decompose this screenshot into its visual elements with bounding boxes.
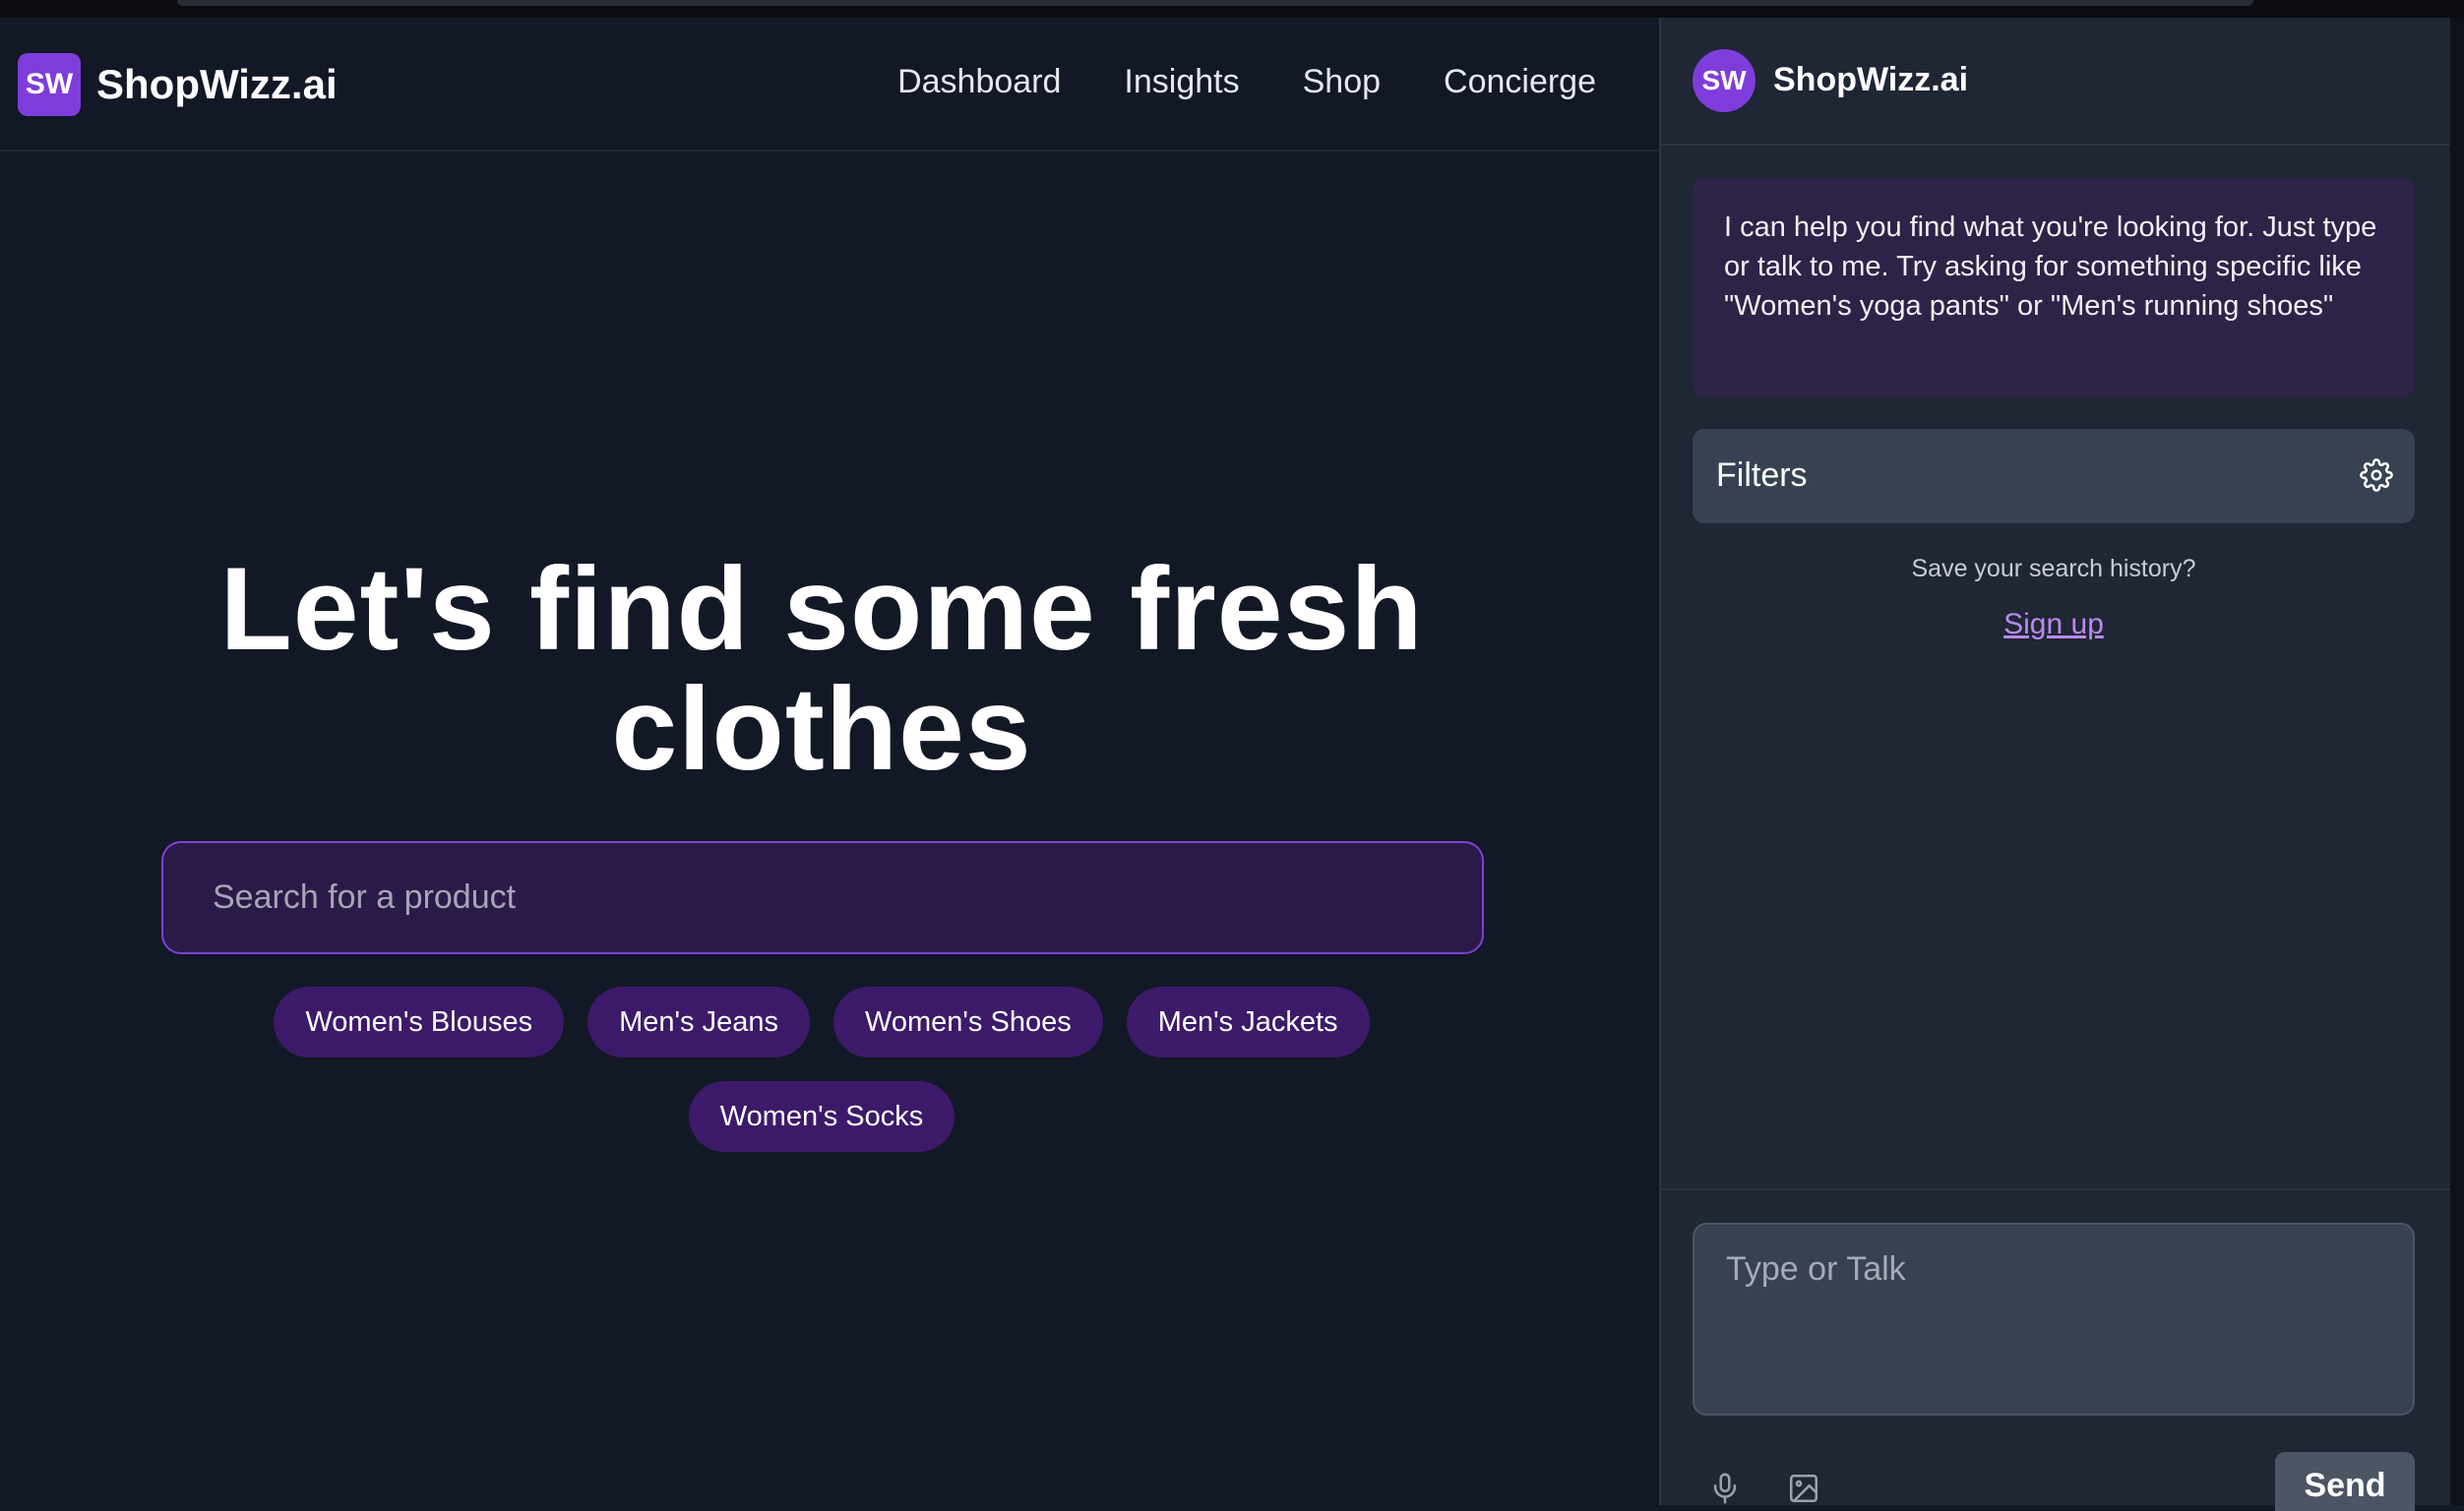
composer-divider [1661,1188,2450,1190]
image-icon[interactable] [1787,1472,1820,1505]
panel-brand-name: ShopWizz.ai [1773,61,1969,98]
panel-header: SW ShopWizz.ai [1661,18,2450,146]
product-search-box[interactable] [161,841,1484,954]
browser-top-strip [0,0,2464,18]
nav-shop[interactable]: Shop [1303,63,1381,101]
app: SW ShopWizz.ai Dashboard Insights Shop C… [0,18,2464,1511]
chip-row-1: Women's Blouses Men's Jeans Women's Shoe… [157,987,1486,1058]
chat-input[interactable] [1694,1225,2413,1414]
brand-name[interactable]: ShopWizz.ai [96,61,338,108]
send-button[interactable]: Send [2275,1452,2415,1511]
filters-label: Filters [1716,456,1808,494]
assistant-message: I can help you find what you're looking … [1693,178,2415,396]
filters-button[interactable]: Filters [1693,429,2415,523]
gear-icon[interactable] [2360,458,2393,492]
chip-womens-blouses[interactable]: Women's Blouses [274,987,565,1058]
main-nav: Dashboard Insights Shop Concierge [897,63,1596,101]
browser-address-bar [177,0,2253,6]
product-search-input[interactable] [163,843,1482,952]
suggestion-chips: Women's Blouses Men's Jeans Women's Shoe… [157,987,1486,1176]
chip-womens-socks[interactable]: Women's Socks [688,1081,955,1152]
top-header: SW ShopWizz.ai Dashboard Insights Shop C… [0,18,1659,151]
nav-concierge[interactable]: Concierge [1444,63,1596,101]
microphone-icon[interactable] [1708,1472,1742,1505]
chip-mens-jeans[interactable]: Men's Jeans [587,987,810,1058]
hero-title: Let's find some fresh clothes [219,543,1424,795]
nav-dashboard[interactable]: Dashboard [897,63,1061,101]
save-history-prompt: Save your search history? [1911,555,2196,582]
assistant-avatar: SW [1693,49,1756,112]
chip-womens-shoes[interactable]: Women's Shoes [833,987,1103,1058]
main-content: SW ShopWizz.ai Dashboard Insights Shop C… [0,18,1659,1505]
nav-insights[interactable]: Insights [1124,63,1239,101]
chat-input-box[interactable] [1693,1223,2415,1416]
chip-row-2: Women's Socks [157,1081,1486,1152]
logo-badge[interactable]: SW [18,53,81,116]
concierge-panel: SW ShopWizz.ai I can help you find what … [1659,18,2450,1511]
sign-up-link[interactable]: Sign up [1693,608,2415,641]
chip-mens-jackets[interactable]: Men's Jackets [1126,987,1370,1058]
window-edge [2450,18,2464,1505]
